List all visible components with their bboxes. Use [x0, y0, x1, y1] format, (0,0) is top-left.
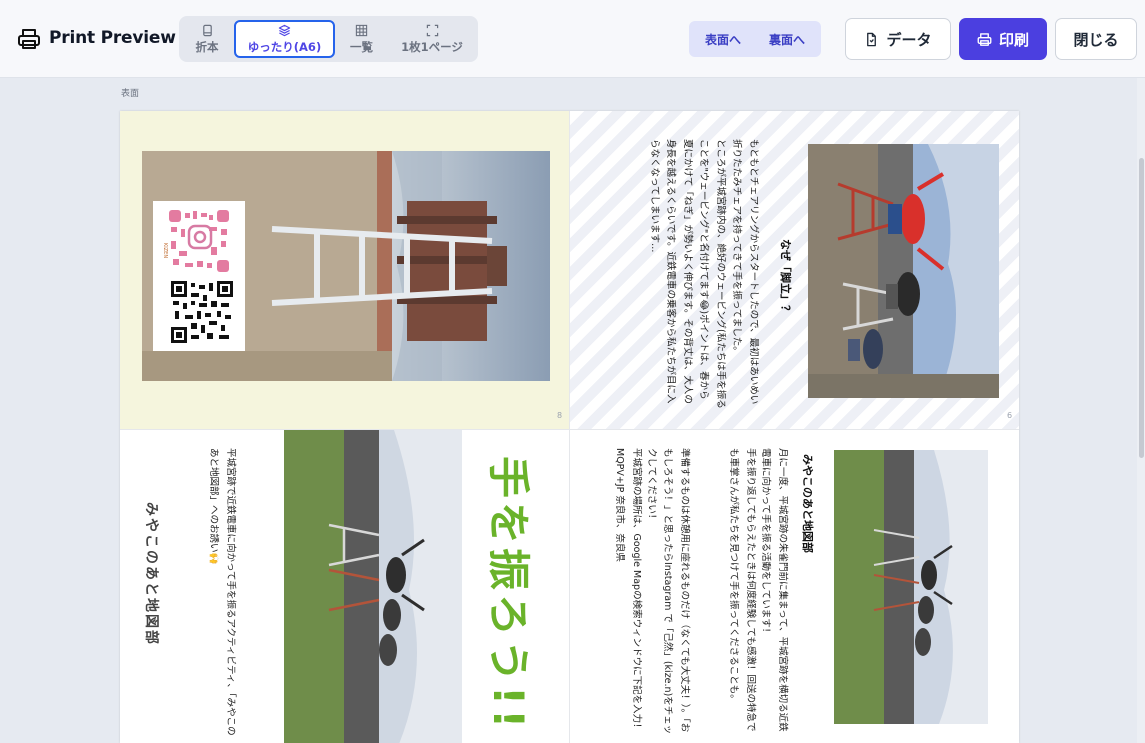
- print-sheet: KIZEN 8 なぜ「脚立」？ もともとチェアリングからスタートしたので、最初は…: [120, 111, 1019, 743]
- waving-people-photo: [284, 430, 462, 743]
- ladder-people-photo: [808, 144, 999, 398]
- panel-why-ladder: なぜ「脚立」？ もともとチェアリングからスタートしたので、最初はあいめい折りたた…: [569, 111, 1019, 429]
- map-qr-code[interactable]: [171, 281, 233, 343]
- about-club-paragraph-4: 平城宮跡の場所は、Google Mapの検索ウィンドウに下記を入力！MQPV+J…: [614, 448, 643, 733]
- mode-label: 1枚1ページ: [401, 39, 463, 54]
- scrollbar[interactable]: [1137, 78, 1145, 743]
- main-title: 手を振ろう!!: [484, 456, 533, 733]
- print-button[interactable]: 印刷: [959, 18, 1047, 60]
- toolbar: Print Preview 折本 ゆったり(A6) 一覧 1枚1ページ 表面へ …: [0, 0, 1145, 78]
- panel-about-club: みやこのあと地図部 月に一度、平城宮跡の朱雀門前に集まって、平城宮跡を横切る近鉄…: [569, 429, 1019, 743]
- expand-icon: [426, 24, 438, 36]
- page-number: 6: [1007, 411, 1013, 420]
- print-button-label: 印刷: [998, 30, 1029, 49]
- mode-a6-button[interactable]: ゆったり(A6): [234, 20, 335, 58]
- printer-icon: [18, 29, 40, 49]
- mode-label: ゆったり(A6): [247, 39, 322, 54]
- data-button[interactable]: データ: [845, 18, 951, 60]
- go-back-button[interactable]: 裏面へ: [769, 31, 805, 48]
- why-ladder-paragraph-1: もともとチェアリングからスタートしたので、最初はあいめい折りたたみチェアを持って…: [731, 139, 760, 405]
- mode-label: 一覧: [350, 39, 373, 54]
- page-number: 8: [557, 411, 563, 420]
- about-club-paragraph-1: 月に一度、平城宮跡の朱雀門前に集まって、平城宮跡を横切る近鉄電車に向かって手を振…: [760, 448, 789, 732]
- about-club-paragraph-2: 手を振り返してもらえたときは何度経験しても感激！回送の特急でも車掌さんが私たちを…: [728, 448, 757, 732]
- booklet-icon: [202, 24, 212, 36]
- layout-mode-selector: 折本 ゆったり(A6) 一覧 1枚1ページ: [179, 16, 478, 62]
- mode-single-page-button[interactable]: 1枚1ページ: [391, 20, 473, 58]
- invite-text: 平城宮跡で近鉄電車に向かって手を振るアクティビティ、「みやこのあと地図部」へのお…: [208, 448, 237, 736]
- why-ladder-heading: なぜ「脚立」？: [779, 239, 792, 316]
- printer-icon: [977, 32, 992, 46]
- mode-list-button[interactable]: 一覧: [339, 20, 384, 58]
- instagram-qr-code[interactable]: KIZEN: [161, 207, 237, 275]
- panel-back-cover: KIZEN 8: [120, 111, 569, 429]
- side-switcher: 表面へ 裏面へ: [689, 21, 821, 57]
- about-club-paragraph-3: 準備するものは休憩用に座れるものだけ（なくても大丈夫！）。「おもしろそう！」と思…: [646, 448, 690, 735]
- close-button[interactable]: 閉じる: [1055, 18, 1137, 60]
- qr-code-card: KIZEN: [153, 201, 245, 351]
- data-button-label: データ: [886, 30, 932, 49]
- about-club-heading: みやこのあと地図部: [801, 454, 814, 553]
- qr-brand-label: KIZEN: [162, 243, 168, 258]
- grid-icon: [355, 24, 368, 36]
- club-activity-photo: [834, 450, 988, 724]
- section-label: 表面: [121, 89, 140, 99]
- mode-booklet-button[interactable]: 折本: [185, 20, 229, 58]
- file-icon: [867, 32, 877, 46]
- layers-icon: [278, 24, 291, 36]
- why-ladder-paragraph-2: ところが平城宮跡内の、絶好のウェービング(私たちは手を振ることを"ウェービング"…: [649, 139, 726, 409]
- go-front-button[interactable]: 表面へ: [705, 31, 741, 48]
- app-title: Print Preview: [49, 28, 176, 48]
- mode-label: 折本: [195, 39, 219, 54]
- scrollbar-thumb[interactable]: [1139, 158, 1144, 458]
- club-name: みやこのあと地図部: [143, 502, 159, 646]
- panel-title: 手を振ろう!! 平城宮跡で近鉄電車に向かって手を振るアクティビティ、「みやこのあ…: [120, 429, 569, 743]
- close-button-label: 閉じる: [1073, 30, 1119, 49]
